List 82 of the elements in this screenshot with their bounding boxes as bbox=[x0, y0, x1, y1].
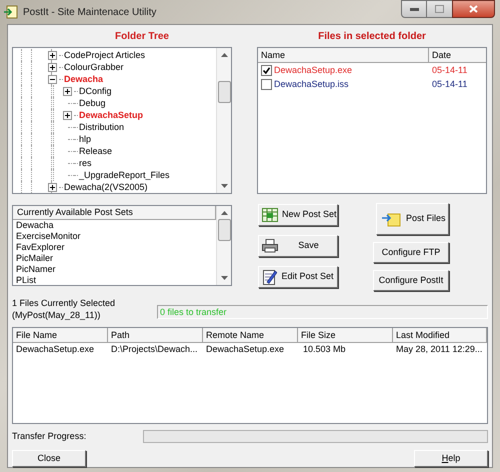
tree-item[interactable]: DConfig bbox=[78, 85, 113, 97]
check-icon bbox=[263, 67, 270, 74]
up-arrow-icon[interactable] bbox=[220, 211, 228, 215]
post-set-list[interactable]: Currently Available Post Sets Dewacha ExerciseMonitor FavExplorer PicMailer PicNamer PList bbox=[12, 205, 232, 286]
close-window-button[interactable] bbox=[452, 0, 495, 18]
tree-item[interactable]: ColourGrabber bbox=[63, 61, 125, 73]
minimize-button[interactable] bbox=[401, 0, 427, 18]
panel-title: Folder Tree bbox=[114, 30, 170, 44]
tree-item[interactable]: Release bbox=[78, 145, 114, 157]
column-header[interactable]: File Name bbox=[13, 328, 108, 342]
window-title: PostIt - Site Maintenace Utility bbox=[23, 6, 156, 20]
selection-info: 1 Files Currently Selected bbox=[12, 297, 116, 309]
post-set-button[interactable]: Edit Post Set bbox=[258, 266, 338, 288]
column-header[interactable]: Currently Available Post Sets bbox=[13, 206, 216, 220]
tree-item[interactable]: Dewacha bbox=[63, 73, 104, 85]
table-cell: DewachaSetup.exe bbox=[16, 344, 94, 354]
tree-item[interactable]: hlp bbox=[78, 133, 92, 145]
table-cell: D:\Projects\Dewach... bbox=[111, 344, 198, 354]
plus-box-icon[interactable] bbox=[48, 62, 57, 72]
close-icon bbox=[469, 5, 478, 13]
dialog-button[interactable]: Help bbox=[414, 450, 488, 466]
down-arrow-icon[interactable] bbox=[220, 276, 228, 280]
tree-item[interactable]: res bbox=[78, 157, 93, 169]
table-cell: May 28, 2011 12:29... bbox=[396, 344, 482, 354]
printer-icon bbox=[262, 239, 279, 253]
plus-box-icon[interactable] bbox=[48, 50, 57, 60]
checkbox[interactable] bbox=[261, 79, 272, 90]
scrollbar[interactable] bbox=[216, 48, 231, 193]
document-pencil-icon bbox=[262, 269, 277, 285]
post-files-button[interactable]: Post Files bbox=[376, 203, 449, 235]
file-date: 05-14-11 bbox=[431, 64, 468, 77]
column-header[interactable]: File Size bbox=[298, 328, 393, 342]
column-header[interactable]: Last Modified bbox=[393, 328, 487, 342]
post-set-item[interactable]: PicMailer bbox=[13, 253, 216, 264]
file-list[interactable]: Name Date DewachaSetup.exe 05-14-11 DewachaSetup.iss 05-14-11 bbox=[257, 47, 487, 194]
transfer-status: 0 files to transfer bbox=[157, 305, 488, 319]
post-set-item[interactable]: ExerciseMonitor bbox=[13, 231, 216, 242]
action-button[interactable]: Configure PostIt bbox=[373, 270, 449, 291]
selection-info: (MyPost(May_28_11)) bbox=[12, 309, 102, 321]
plus-box-icon[interactable] bbox=[48, 182, 57, 192]
post-set-item[interactable]: PicNamer bbox=[13, 264, 216, 275]
column-header[interactable]: Path bbox=[108, 328, 203, 342]
file-date: 05-14-11 bbox=[431, 78, 468, 91]
table-cell: 10.503 Mb bbox=[303, 344, 346, 354]
post-set-button[interactable]: New Post Set bbox=[258, 204, 338, 226]
tree-item[interactable]: DewachaSetup bbox=[78, 109, 144, 121]
folder-tree[interactable]: CodeProject Articles ColourGrabber Dewacha DConfig Debug DewachaSetup Distribution hlp Release res _UpgradeReport_Files Dewacha(2(VS2005) bbox=[12, 47, 232, 194]
dialog-button[interactable]: Close bbox=[12, 450, 86, 466]
scroll-thumb[interactable] bbox=[218, 81, 231, 103]
scrollbar[interactable] bbox=[216, 206, 231, 285]
plus-box-icon[interactable] bbox=[63, 86, 72, 96]
column-header[interactable]: Name bbox=[258, 48, 429, 62]
maximize-button[interactable] bbox=[427, 0, 452, 18]
file-name[interactable]: DewachaSetup.iss bbox=[274, 78, 349, 92]
tree-item[interactable]: CodeProject Articles bbox=[63, 49, 146, 61]
tree-item[interactable]: Distribution bbox=[78, 121, 126, 133]
minimize-icon bbox=[410, 8, 418, 10]
transfer-table[interactable]: File Name Path Remote Name File Size Last Modified DewachaSetup.exe D:\Projects\Dewach... DewachaSetup.exe 10.503 Mb May 28, 2011 12:29... bbox=[12, 327, 488, 424]
tree-item[interactable]: Dewacha(2(VS2005) bbox=[63, 181, 149, 193]
column-header[interactable]: Remote Name bbox=[203, 328, 298, 342]
plus-box-icon[interactable] bbox=[63, 110, 72, 120]
post-set-item[interactable]: PList bbox=[13, 275, 216, 286]
progress-label: Transfer Progress: bbox=[12, 430, 88, 443]
up-arrow-icon[interactable] bbox=[220, 53, 228, 57]
minus-box-icon[interactable] bbox=[48, 74, 57, 84]
tree-item[interactable]: _UpgradeReport_Files bbox=[78, 169, 171, 181]
column-header[interactable]: Date bbox=[429, 48, 486, 62]
app-icon bbox=[4, 5, 18, 19]
checkbox[interactable] bbox=[261, 65, 272, 76]
down-arrow-icon[interactable] bbox=[220, 184, 228, 188]
action-button[interactable]: Configure FTP bbox=[373, 242, 449, 263]
maximize-icon bbox=[435, 5, 444, 13]
folder-arrow-icon bbox=[382, 211, 402, 227]
post-set-item[interactable]: FavExplorer bbox=[13, 242, 216, 253]
tree-item[interactable]: Debug bbox=[78, 97, 107, 109]
file-name[interactable]: DewachaSetup.exe bbox=[274, 64, 352, 78]
post-set-item[interactable]: Dewacha bbox=[13, 220, 216, 231]
table-cell: DewachaSetup.exe bbox=[206, 344, 284, 354]
grid-icon bbox=[262, 208, 278, 222]
scroll-thumb[interactable] bbox=[218, 219, 231, 241]
panel-title: Files in selected folder bbox=[317, 30, 427, 44]
post-set-button[interactable]: Save bbox=[258, 235, 338, 257]
